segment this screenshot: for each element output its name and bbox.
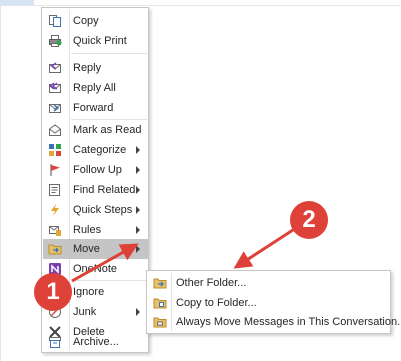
callout-badge-1: 1 <box>34 273 72 311</box>
callout-badge-2: 2 <box>290 201 328 239</box>
arrow-to-other-folder <box>233 226 297 269</box>
arrow-to-move <box>71 243 139 283</box>
